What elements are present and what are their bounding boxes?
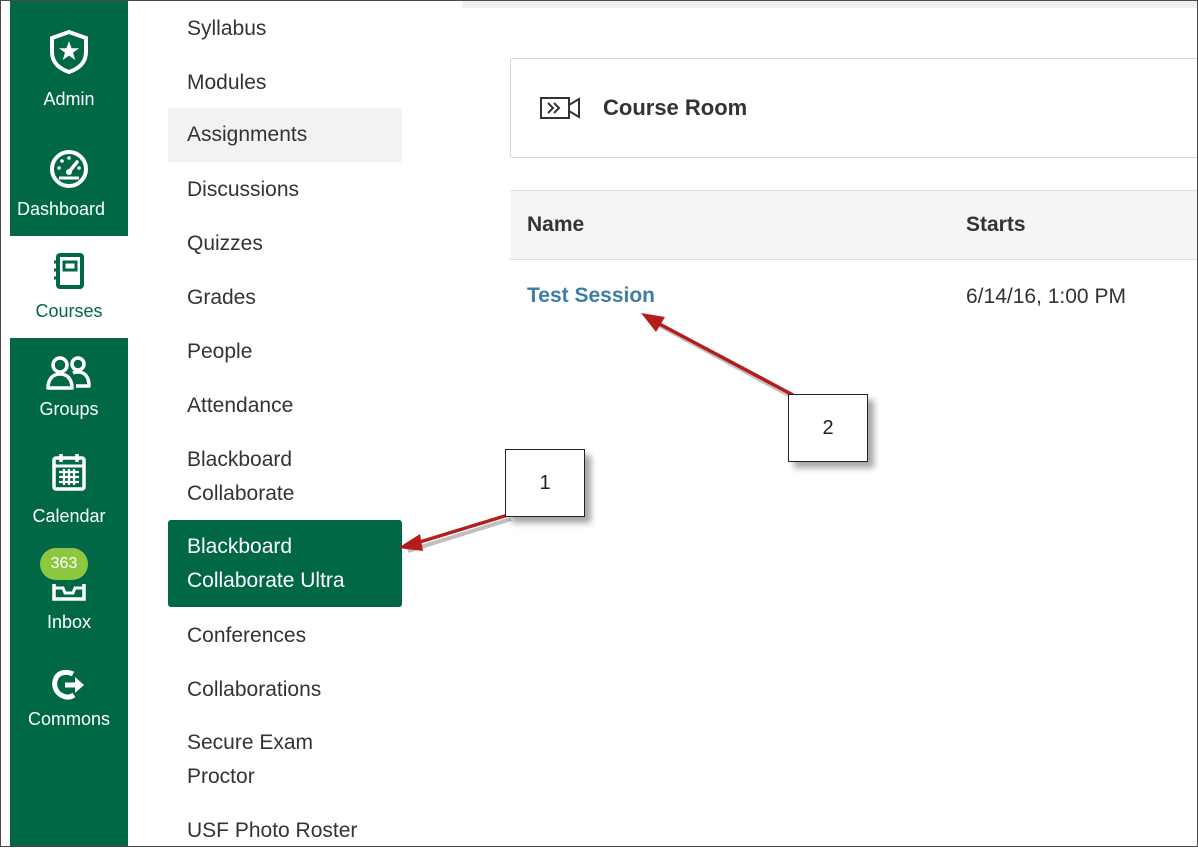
course-room-title: Course Room (603, 95, 748, 120)
course-nav-discussions[interactable]: Discussions (168, 173, 402, 207)
global-nav-commons[interactable]: Commons (10, 644, 128, 746)
global-nav-label: Commons (27, 709, 111, 729)
global-nav-label: Calendar (32, 506, 106, 526)
course-nav-usf-photo-roster[interactable]: USF Photo Roster (168, 814, 402, 848)
course-nav-collaborations[interactable]: Collaborations (168, 673, 402, 707)
global-nav-label: Admin (43, 89, 95, 109)
share-arrow-icon (10, 668, 128, 702)
video-camera-icon (539, 95, 581, 126)
course-nav-grades[interactable]: Grades (168, 281, 402, 315)
course-nav-blackboard-collaborate-ultra[interactable]: Blackboard Collaborate Ultra (168, 520, 402, 607)
course-nav-label-line: Collaborate (187, 482, 295, 505)
calendar-icon (10, 452, 128, 492)
course-nav-attendance[interactable]: Attendance (168, 389, 402, 423)
arrow-to-collaborate-ultra (398, 513, 512, 553)
global-nav-label: Inbox (46, 612, 92, 632)
callout-2: 2 (788, 394, 868, 462)
global-nav-dashboard[interactable]: Dashboard (10, 128, 128, 236)
global-nav-calendar[interactable]: Calendar (10, 440, 128, 542)
global-nav-groups[interactable]: Groups (10, 338, 128, 440)
sessions-table-header: Name Starts (510, 190, 1198, 260)
global-nav-label: Courses (35, 301, 103, 321)
arrow-to-test-session (641, 313, 797, 401)
course-nav-conferences[interactable]: Conferences (168, 619, 402, 653)
global-nav-admin[interactable]: Admin (10, 0, 128, 128)
course-nav-label-line: Blackboard (187, 448, 293, 471)
notebook-icon (10, 252, 128, 290)
course-nav-label: Assignments (187, 123, 308, 146)
course-nav-secure-exam-proctor[interactable]: Secure Exam Proctor (168, 726, 402, 794)
users-icon (10, 354, 128, 392)
course-nav-label-line: Collaborate Ultra (187, 569, 345, 592)
course-nav-people[interactable]: People (168, 335, 402, 369)
global-nav-label: Groups (39, 399, 99, 419)
session-link[interactable]: Test Session (527, 284, 655, 308)
course-nav-blackboard-collaborate[interactable]: Blackboard Collaborate (168, 443, 402, 511)
callout-1: 1 (505, 449, 585, 517)
top-divider (462, 0, 1198, 8)
global-nav-courses[interactable]: Courses (10, 236, 128, 338)
session-start-time: 6/14/16, 1:00 PM (966, 285, 1126, 308)
course-nav-syllabus[interactable]: Syllabus (168, 12, 402, 46)
course-nav-label-line: Secure Exam (187, 731, 314, 754)
course-nav-assignments[interactable]: Assignments (168, 108, 402, 162)
shield-star-icon (10, 30, 128, 74)
course-nav-label-line: Proctor (187, 765, 255, 788)
column-header-starts[interactable]: Starts (966, 213, 1026, 237)
inbox-unread-badge: 363 (40, 548, 88, 580)
course-nav-quizzes[interactable]: Quizzes (168, 227, 402, 261)
global-nav: Admin Dashboard Courses Groups Calendar … (10, 0, 128, 847)
course-nav: Syllabus Modules Assignments Discussions… (168, 0, 404, 847)
course-nav-modules[interactable]: Modules (168, 66, 402, 100)
column-header-name[interactable]: Name (527, 213, 584, 237)
global-nav-label: Dashboard (16, 199, 106, 219)
course-nav-label-line: Blackboard (187, 535, 293, 558)
course-room-panel[interactable]: Course Room (510, 58, 1198, 158)
speedometer-icon (10, 148, 128, 188)
